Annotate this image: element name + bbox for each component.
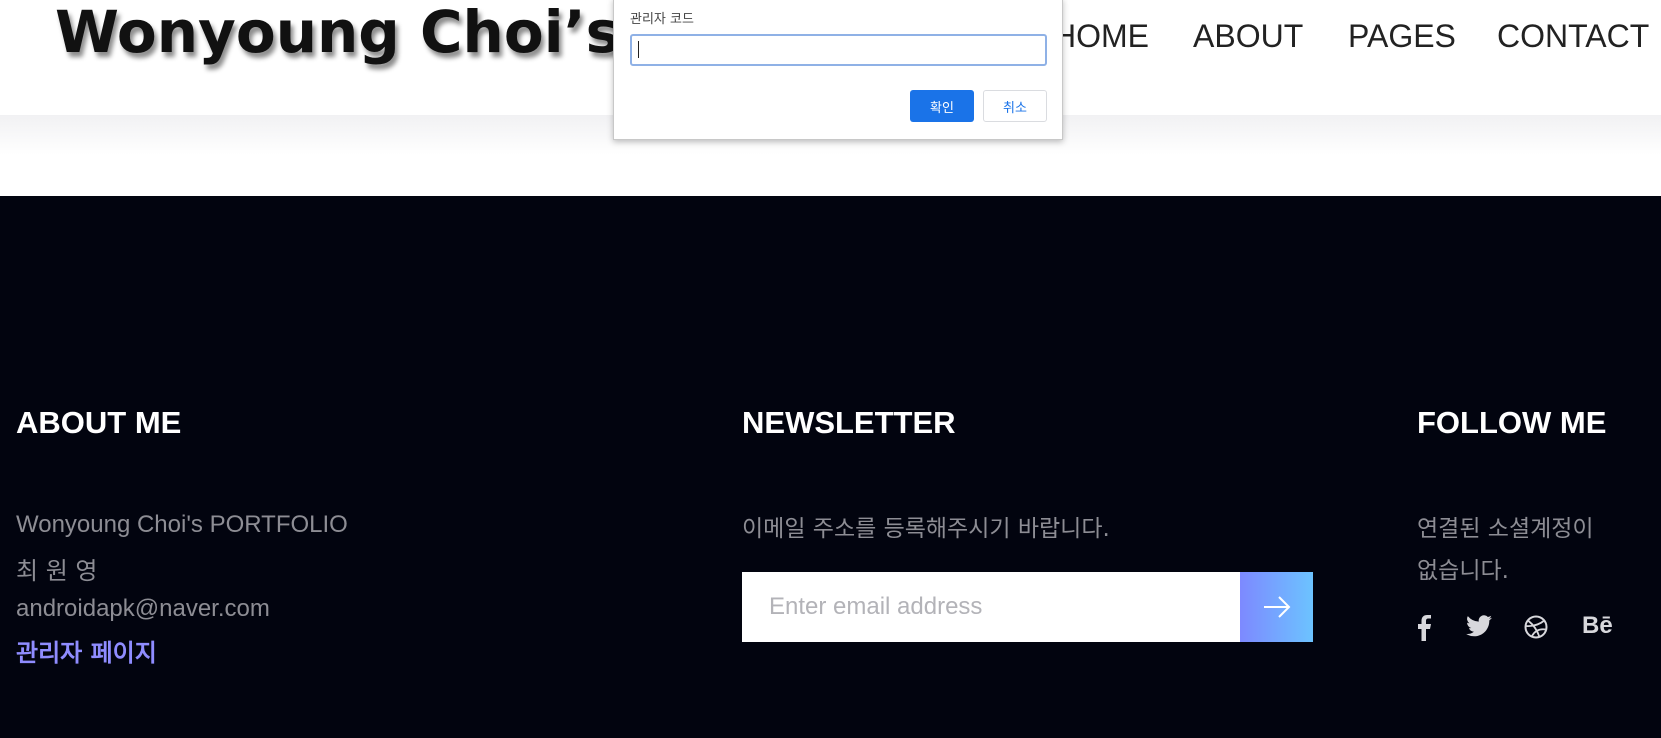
newsletter-email-input[interactable]	[742, 572, 1240, 642]
admin-page-link[interactable]: 관리자 페이지	[16, 633, 157, 668]
about-line-portfolio: Wonyoung Choi's PORTFOLIO	[16, 511, 348, 538]
nav-about[interactable]: ABOUT	[1193, 18, 1303, 55]
admin-code-input[interactable]	[630, 34, 1047, 66]
ok-button[interactable]: 확인	[910, 90, 974, 122]
nav-home[interactable]: HOME	[1053, 18, 1149, 55]
site-footer	[0, 196, 1661, 738]
behance-icon[interactable]: Bē	[1582, 612, 1613, 640]
follow-title: FOLLOW ME	[1417, 405, 1607, 440]
follow-line-2: 없습니다.	[1417, 558, 1509, 584]
nav-contact[interactable]: CONTACT	[1497, 18, 1649, 55]
prompt-dialog: 관리자 코드 확인 취소	[613, 0, 1063, 140]
newsletter-submit-button[interactable]	[1240, 572, 1313, 642]
cancel-button[interactable]: 취소	[983, 90, 1047, 122]
newsletter-description: 이메일 주소를 등록해주시기 바랍니다.	[742, 516, 1110, 542]
follow-line-1: 연결된 소셜계정이	[1417, 516, 1594, 542]
twitter-icon[interactable]	[1466, 615, 1498, 645]
about-line-email: androidapk@naver.com	[16, 595, 270, 622]
about-line-name: 최 원 영	[16, 557, 98, 585]
facebook-icon[interactable]	[1416, 615, 1448, 645]
nav-pages[interactable]: PAGES	[1348, 18, 1456, 55]
arrow-right-icon	[1264, 596, 1291, 618]
newsletter-title: NEWSLETTER	[742, 405, 956, 440]
dribbble-icon[interactable]	[1524, 615, 1556, 645]
about-title: ABOUT ME	[16, 405, 182, 440]
text-caret	[638, 41, 639, 58]
dialog-message: 관리자 코드	[630, 12, 694, 27]
